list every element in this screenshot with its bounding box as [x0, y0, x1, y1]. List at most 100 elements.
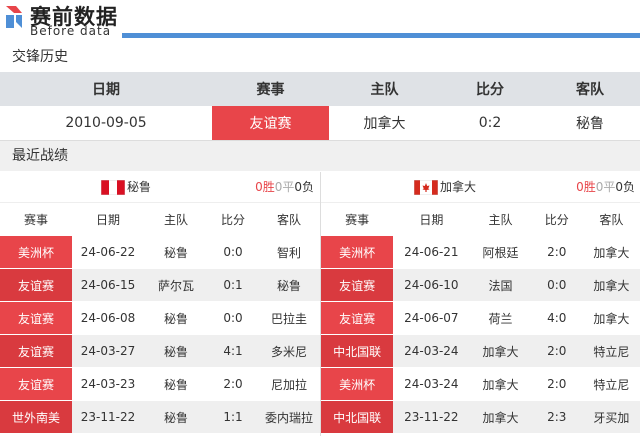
- recent-section-title: 最近战绩: [0, 141, 640, 171]
- draws-count: 0平: [274, 180, 295, 194]
- logo: 赛前数据 Before data: [0, 0, 124, 42]
- logo-mark-icon: [6, 6, 22, 28]
- peru-flag-icon: [101, 180, 125, 195]
- losses-count: 0负: [294, 180, 314, 194]
- table-row[interactable]: 中北国联 23-11-22 加拿大 2:3 牙买加: [321, 400, 640, 434]
- match-score: 0:0: [208, 236, 258, 269]
- home-team[interactable]: 秘鲁: [144, 301, 208, 335]
- away-team[interactable]: 委内瑞拉: [258, 400, 320, 434]
- team-name-peru: 秘鲁: [127, 180, 152, 194]
- table-row[interactable]: 美洲杯 24-06-22 秘鲁 0:0 智利: [0, 236, 320, 269]
- home-team[interactable]: 秘鲁: [144, 334, 208, 368]
- away-team[interactable]: 特立尼: [581, 367, 640, 401]
- table-row[interactable]: 美洲杯 24-03-24 加拿大 2:0 特立尼: [321, 367, 640, 401]
- col-event-header: 赛事: [321, 203, 394, 236]
- away-team[interactable]: 加拿大: [581, 236, 640, 269]
- table-row[interactable]: 友谊赛 24-06-15 萨尔瓦 0:1 秘鲁: [0, 268, 320, 302]
- away-team[interactable]: 加拿大: [581, 301, 640, 335]
- match-date: 24-03-23: [72, 367, 144, 401]
- col-date-header: 日期: [72, 203, 144, 236]
- match-score: 2:0: [531, 236, 582, 269]
- home-team[interactable]: 秘鲁: [144, 367, 208, 401]
- logo-title-en: Before data: [30, 24, 112, 38]
- col-home-header: 主队: [329, 72, 440, 106]
- col-date-header: 日期: [0, 72, 212, 106]
- home-team[interactable]: 法国: [469, 268, 532, 302]
- away-team[interactable]: 尼加拉: [258, 367, 320, 401]
- home-team[interactable]: 秘鲁: [144, 236, 208, 269]
- match-score: 2:0: [531, 334, 582, 368]
- match-score: 0:0: [531, 268, 582, 302]
- match-date: 23-11-22: [393, 400, 470, 434]
- match-event[interactable]: 友谊赛: [0, 334, 72, 368]
- away-team[interactable]: 巴拉圭: [258, 301, 320, 335]
- col-score-header: 比分: [531, 203, 582, 236]
- match-event[interactable]: 中北国联: [321, 400, 394, 434]
- table-row[interactable]: 美洲杯 24-06-21 阿根廷 2:0 加拿大: [321, 236, 640, 269]
- table-row[interactable]: 中北国联 24-03-24 加拿大 2:0 特立尼: [321, 334, 640, 368]
- table-row[interactable]: 友谊赛 24-03-27 秘鲁 4:1 多米尼: [0, 334, 320, 368]
- match-score: 1:1: [208, 400, 258, 434]
- match-score: 0:0: [208, 301, 258, 335]
- recent-header-row: 赛事 日期 主队 比分 客队: [0, 203, 320, 236]
- match-event[interactable]: 友谊赛: [0, 301, 72, 335]
- table-row[interactable]: 友谊赛 24-06-08 秘鲁 0:0 巴拉圭: [0, 301, 320, 335]
- away-team[interactable]: 牙买加: [581, 400, 640, 434]
- match-event[interactable]: 美洲杯: [321, 236, 394, 269]
- match-event[interactable]: 美洲杯: [321, 367, 394, 401]
- table-row[interactable]: 世外南美 23-11-22 秘鲁 1:1 委内瑞拉: [0, 400, 320, 434]
- away-team[interactable]: 秘鲁: [540, 106, 640, 141]
- match-event[interactable]: 美洲杯: [0, 236, 72, 269]
- away-team[interactable]: 特立尼: [581, 334, 640, 368]
- home-team[interactable]: 加拿大: [469, 400, 532, 434]
- match-date: 24-06-07: [393, 301, 470, 335]
- match-score: 2:0: [531, 367, 582, 401]
- col-date-header: 日期: [393, 203, 470, 236]
- h2h-header-row: 日期 赛事 主队 比分 客队: [0, 72, 640, 106]
- home-team[interactable]: 加拿大: [469, 334, 532, 368]
- match-date: 24-03-24: [393, 367, 470, 401]
- wins-count: 0胜: [255, 180, 275, 194]
- col-event-header: 赛事: [0, 203, 72, 236]
- match-event[interactable]: 友谊赛: [0, 268, 72, 302]
- match-score: 0:2: [440, 106, 540, 141]
- away-team[interactable]: 加拿大: [581, 268, 640, 302]
- match-date: 24-06-22: [72, 236, 144, 269]
- table-row[interactable]: 2010-09-05 友谊赛 加拿大 0:2 秘鲁: [0, 106, 640, 141]
- match-event[interactable]: 友谊赛: [212, 106, 329, 141]
- h2h-section-title: 交锋历史: [0, 42, 640, 72]
- match-score: 4:0: [531, 301, 582, 335]
- home-team[interactable]: 萨尔瓦: [144, 268, 208, 302]
- canada-flag-icon: [414, 180, 438, 195]
- home-team[interactable]: 阿根廷: [469, 236, 532, 269]
- away-team[interactable]: 多米尼: [258, 334, 320, 368]
- recent-rows-canada: 美洲杯 24-06-21 阿根廷 2:0 加拿大 友谊赛 24-06-10 法国 0:0 加拿大友…: [321, 236, 640, 434]
- team-header-peru: 秘鲁 0胜0平0负: [0, 172, 320, 203]
- away-team[interactable]: 智利: [258, 236, 320, 269]
- draws-count: 0平: [595, 180, 616, 194]
- team-header-canada: 加拿大 0胜0平0负: [321, 172, 640, 203]
- team-record-peru: 0胜0平0负: [255, 172, 314, 202]
- home-team[interactable]: 荷兰: [469, 301, 532, 335]
- home-team[interactable]: 秘鲁: [144, 400, 208, 434]
- match-event[interactable]: 友谊赛: [321, 268, 394, 302]
- col-event-header: 赛事: [212, 72, 329, 106]
- col-home-header: 主队: [469, 203, 532, 236]
- match-date: 24-06-15: [72, 268, 144, 302]
- match-event[interactable]: 世外南美: [0, 400, 72, 434]
- match-event[interactable]: 友谊赛: [0, 367, 72, 401]
- col-away-header: 客队: [540, 72, 640, 106]
- match-date: 24-06-21: [393, 236, 470, 269]
- match-event[interactable]: 中北国联: [321, 334, 394, 368]
- home-team[interactable]: 加拿大: [329, 106, 440, 141]
- table-row[interactable]: 友谊赛 24-03-23 秘鲁 2:0 尼加拉: [0, 367, 320, 401]
- table-row[interactable]: 友谊赛 24-06-10 法国 0:0 加拿大: [321, 268, 640, 302]
- h2h-table: 日期 赛事 主队 比分 客队 2010-09-05 友谊赛 加拿大 0:2 秘鲁: [0, 72, 640, 141]
- home-team[interactable]: 加拿大: [469, 367, 532, 401]
- table-row[interactable]: 友谊赛 24-06-07 荷兰 4:0 加拿大: [321, 301, 640, 335]
- match-event[interactable]: 友谊赛: [321, 301, 394, 335]
- away-team[interactable]: 秘鲁: [258, 268, 320, 302]
- col-score-header: 比分: [440, 72, 540, 106]
- match-date: 24-03-27: [72, 334, 144, 368]
- col-away-header: 客队: [581, 203, 640, 236]
